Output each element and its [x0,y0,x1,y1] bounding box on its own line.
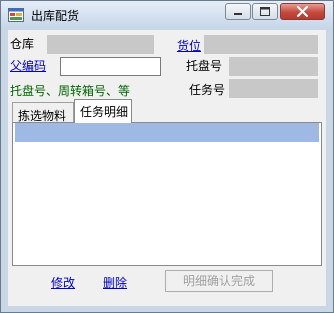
parent-code-link[interactable]: 父编码 [10,57,46,74]
close-icon [296,5,309,18]
warehouse-label: 仓库 [10,37,35,51]
tab-pick-materials[interactable]: 拣选物料 [12,102,74,123]
maximize-icon [260,7,270,16]
title-bar[interactable]: 出库配货 [1,1,333,27]
edit-link[interactable]: 修改 [51,274,75,291]
task-field [229,79,318,98]
minimize-button[interactable] [225,3,251,20]
task-label: 任务号 [189,83,226,97]
location-link[interactable]: 货位 [177,37,201,54]
pallet-field [229,57,318,76]
parent-code-field[interactable] [60,57,161,76]
maximize-button[interactable] [252,3,278,20]
task-details-panel [12,122,322,266]
hint-text: 托盘号、周转箱号、等 [10,84,131,98]
pallet-label: 托盘号 [186,59,223,73]
parent-code-input[interactable] [61,58,160,75]
minimize-icon [234,13,242,15]
warehouse-field [47,35,154,54]
window-title: 出库配货 [31,9,80,23]
client-area: 仓库 货位 父编码 托盘号 托盘号、周转箱号、等 任务号 拣选物料 任务明细 修… [8,30,326,306]
delete-link[interactable]: 删除 [103,274,127,291]
grid-selected-row[interactable] [15,123,319,142]
confirm-details-button[interactable]: 明细确认完成 [165,270,273,292]
dispatch-window: 出库配货 仓库 货位 父编码 托盘号 托盘号、周转箱号、等 任务号 拣选物料 任… [0,0,334,313]
tab-task-details[interactable]: 任务明细 [74,99,132,123]
location-field [204,35,318,54]
close-button[interactable] [280,3,325,20]
app-icon [8,8,24,22]
